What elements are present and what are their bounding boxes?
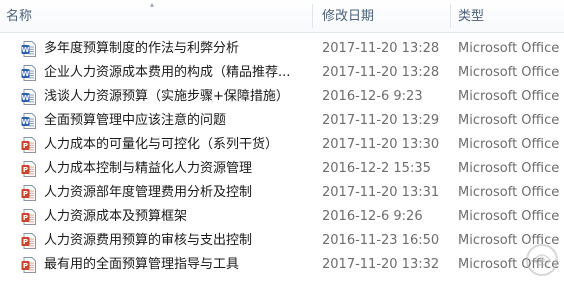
- file-type: Microsoft Office: [458, 185, 560, 200]
- file-row[interactable]: W 浅谈人力资源预算（实施步骤+保障措施） 2016-12-6 9:23 Micros…: [0, 85, 564, 109]
- file-type: Microsoft Office: [458, 89, 560, 104]
- file-row[interactable]: W 全面预算管理中应该注意的问题 2017-11-20 13:29 Microsoft…: [0, 109, 564, 133]
- file-type: Microsoft Office: [458, 161, 560, 176]
- svg-text:P: P: [23, 142, 28, 150]
- file-type: Microsoft Office: [458, 209, 560, 224]
- file-list: W 多年度预算制度的作法与利弊分析 2017-11-20 13:28 Microsof…: [0, 37, 564, 277]
- word-doc-icon: W: [21, 89, 36, 105]
- column-header-date-modified[interactable]: 修改日期: [322, 0, 446, 32]
- file-date-modified: 2017-11-20 13:28: [322, 65, 440, 80]
- svg-text:W: W: [22, 118, 30, 126]
- svg-text:P: P: [23, 190, 28, 198]
- watermark-logo-icon: [526, 244, 558, 276]
- file-row[interactable]: P 人力资源费用预算的审核与支出控制 2016-11-23 16:50 Microso…: [0, 229, 564, 253]
- powerpoint-doc-icon: P: [21, 257, 36, 273]
- file-date-modified: 2017-11-20 13:28: [322, 41, 440, 56]
- powerpoint-doc-icon: P: [21, 161, 36, 177]
- file-type: Microsoft Office: [458, 137, 560, 152]
- column-header-bar: ▴ 名称 修改日期 类型: [0, 0, 564, 33]
- svg-text:P: P: [23, 238, 28, 246]
- file-type: Microsoft Office: [458, 113, 560, 128]
- word-doc-icon: W: [21, 41, 36, 57]
- word-doc-icon: W: [21, 113, 36, 129]
- column-divider[interactable]: [450, 4, 451, 28]
- file-name[interactable]: 人力资源费用预算的审核与支出控制: [44, 229, 306, 253]
- file-date-modified: 2017-11-20 13:30: [322, 137, 440, 152]
- file-name[interactable]: 最有用的全面预算管理指导与工具: [44, 253, 306, 277]
- file-row[interactable]: P 人力成本的可量化与可控化（系列干货） 2017-11-20 13:30 Micro…: [0, 133, 564, 157]
- file-name[interactable]: 全面预算管理中应该注意的问题: [44, 109, 306, 133]
- column-header-name[interactable]: 名称: [6, 0, 306, 32]
- file-name[interactable]: 人力成本的可量化与可控化（系列干货）: [44, 133, 306, 157]
- powerpoint-doc-icon: P: [21, 185, 36, 201]
- column-header-type[interactable]: 类型: [458, 0, 564, 32]
- svg-text:W: W: [22, 70, 30, 78]
- powerpoint-doc-icon: P: [21, 137, 36, 153]
- file-date-modified: 2016-12-2 15:35: [322, 161, 431, 176]
- svg-text:P: P: [23, 214, 28, 222]
- svg-text:P: P: [23, 262, 28, 270]
- file-date-modified: 2017-11-20 13:29: [322, 113, 440, 128]
- file-name[interactable]: 人力资源成本及预算框架: [44, 205, 306, 229]
- powerpoint-doc-icon: P: [21, 209, 36, 225]
- svg-text:W: W: [22, 46, 30, 54]
- file-name[interactable]: 人力资源部年度管理费用分析及控制: [44, 181, 306, 205]
- file-row[interactable]: W 多年度预算制度的作法与利弊分析 2017-11-20 13:28 Microsof…: [0, 37, 564, 61]
- svg-text:P: P: [23, 166, 28, 174]
- file-type: Microsoft Office: [458, 41, 560, 56]
- file-name[interactable]: 企业人力资源成本费用的构成（精品推荐...: [44, 61, 306, 85]
- file-row[interactable]: P 人力资源部年度管理费用分析及控制 2017-11-20 13:31 Microso…: [0, 181, 564, 205]
- file-row[interactable]: P 人力成本控制与精益化人力资源管理 2016-12-2 15:35 Microsof…: [0, 157, 564, 181]
- file-date-modified: 2017-11-20 13:32: [322, 257, 440, 272]
- file-date-modified: 2016-11-23 16:50: [322, 233, 440, 248]
- file-date-modified: 2017-11-20 13:31: [322, 185, 440, 200]
- column-divider[interactable]: [312, 4, 313, 28]
- file-type: Microsoft Office: [458, 65, 560, 80]
- file-row[interactable]: P 人力资源成本及预算框架 2016-12-6 9:26 Microsoft Offi…: [0, 205, 564, 229]
- file-date-modified: 2016-12-6 9:26: [322, 209, 423, 224]
- file-name[interactable]: 人力成本控制与精益化人力资源管理: [44, 157, 306, 181]
- file-name[interactable]: 多年度预算制度的作法与利弊分析: [44, 37, 306, 61]
- file-row[interactable]: W 企业人力资源成本费用的构成（精品推荐... 2017-11-20 13:28 Mi…: [0, 61, 564, 85]
- powerpoint-doc-icon: P: [21, 233, 36, 249]
- word-doc-icon: W: [21, 65, 36, 81]
- file-name[interactable]: 浅谈人力资源预算（实施步骤+保障措施）: [44, 85, 306, 109]
- file-row[interactable]: P 最有用的全面预算管理指导与工具 2017-11-20 13:32 Microsof…: [0, 253, 564, 277]
- file-date-modified: 2016-12-6 9:23: [322, 89, 423, 104]
- svg-text:W: W: [22, 94, 30, 102]
